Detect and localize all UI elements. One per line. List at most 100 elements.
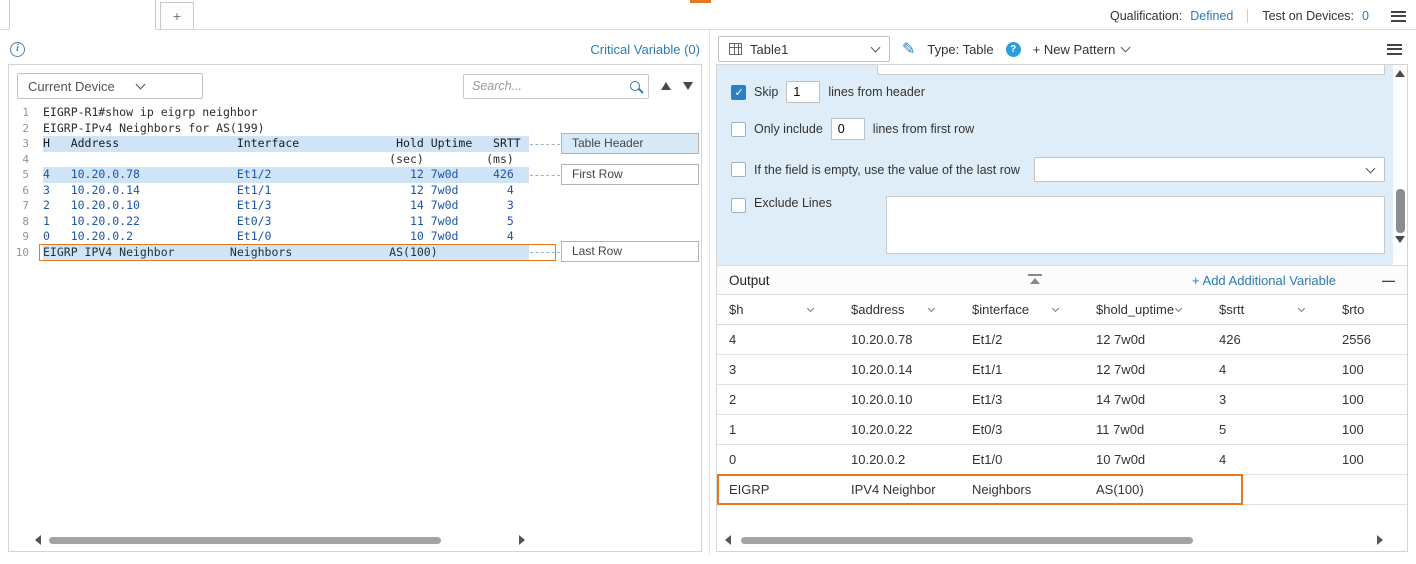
chevron-down-icon[interactable] [807,304,814,311]
scroll-right-icon[interactable] [519,535,525,545]
test-on-devices-value-link[interactable]: 0 [1362,9,1369,23]
minimize-icon[interactable]: — [1382,273,1395,288]
scroll-down-icon[interactable] [1395,236,1405,243]
table-cell: 100 [1330,362,1407,377]
table-cell: 14 7w0d [1084,392,1207,407]
connector-line [530,175,560,176]
pattern-menu-icon[interactable] [1387,44,1402,55]
edit-icon[interactable]: ✎ [902,39,915,59]
horizontal-scrollbar[interactable] [725,535,1383,545]
device-select[interactable]: Current Device [17,73,203,99]
first-row-marker[interactable]: First Row [561,164,699,185]
table-cell: Et1/0 [960,452,1084,467]
menu-icon[interactable] [1391,11,1406,22]
exclude-lines-label: Exclude Lines [754,196,832,210]
skip-lines-input[interactable] [786,81,820,103]
add-format-tab-button[interactable]: + [160,2,194,30]
column-header[interactable]: $address [839,302,960,317]
device-select-value: Current Device [28,79,115,94]
output-header: Output + Add Additional Variable — [717,265,1407,295]
search-input[interactable] [472,79,630,93]
table-cell: 4 [717,332,839,347]
column-label: $srtt [1219,302,1244,317]
table-cell: 10 7w0d [1084,452,1207,467]
info-icon[interactable]: i [10,42,25,57]
qualification-value-link[interactable]: Defined [1190,9,1233,23]
connector-line [530,252,560,253]
scroll-right-icon[interactable] [1377,535,1383,545]
column-header[interactable]: $rto [1330,302,1407,317]
table-row[interactable]: 210.20.0.10Et1/314 7w0d3100 [717,385,1407,415]
only-include-label-suffix: lines from first row [873,122,974,136]
panel-divider [702,38,716,564]
skip-checkbox[interactable] [731,85,746,100]
column-label: $rto [1342,302,1364,317]
only-include-input[interactable] [831,118,865,140]
pattern-select[interactable]: Table1 [718,36,890,62]
code-line[interactable]: 90 10.20.0.2 Et1/0 10 7w0d 4 [9,229,529,245]
column-header[interactable]: $h [717,302,839,317]
table-header-marker[interactable]: Table Header [561,133,699,154]
column-header[interactable]: $srtt [1207,302,1330,317]
main-area: i Critical Variable (0) Current Device [0,30,1416,564]
column-header[interactable]: $hold_uptime [1084,302,1207,317]
scroll-left-icon[interactable] [35,535,41,545]
code-line[interactable]: 1EIGRP-R1#show ip eigrp neighbor [9,105,529,121]
table-cell: 4 [1207,452,1330,467]
tab-format1-primary[interactable]: Format1 (Primary) [9,0,156,30]
table-icon [729,43,742,55]
scrollbar-thumb[interactable] [49,537,441,544]
help-icon[interactable]: ? [1006,42,1021,57]
code-line[interactable]: 72 10.20.0.10 Et1/3 14 7w0d 3 [9,198,529,214]
last-row-value-select[interactable] [1034,157,1385,182]
code-line[interactable]: 4 (sec) (ms) [9,152,529,168]
table-cell: 3 [1207,392,1330,407]
column-label: $address [851,302,904,317]
scrollbar-thumb[interactable] [1396,189,1405,233]
scroll-up-icon[interactable] [1395,70,1405,77]
column-label: $interface [972,302,1029,317]
table-row[interactable]: 010.20.0.2Et1/010 7w0d4100 [717,445,1407,475]
clipped-input-field[interactable] [877,65,1385,75]
table-cell: Et1/3 [960,392,1084,407]
output-table: $h $address $interface $hold_uptime $srtt $rt… [717,295,1407,505]
chevron-down-icon[interactable] [1052,304,1059,311]
table-row[interactable]: 110.20.0.22Et0/311 7w0d5100 [717,415,1407,445]
code-line[interactable]: 3H Address Interface Hold Uptime SRTT [9,136,529,152]
only-include-checkbox[interactable] [731,122,746,137]
code-line[interactable]: 2EIGRP-IPv4 Neighbors for AS(199) [9,121,529,137]
table-row[interactable]: 310.20.0.14Et1/112 7w0d4100 [717,355,1407,385]
exclude-lines-textarea[interactable] [886,196,1385,254]
code-line[interactable]: 81 10.20.0.22 Et0/3 11 7w0d 5 [9,214,529,230]
scroll-left-icon[interactable] [725,535,731,545]
exclude-lines-checkbox[interactable] [731,198,746,213]
line-number: 10 [9,245,35,261]
search-next-icon[interactable] [683,82,693,90]
scrollbar-thumb[interactable] [741,537,1193,544]
last-row-marker[interactable]: Last Row [561,241,699,262]
vertical-scrollbar[interactable] [1393,65,1407,265]
table-cell: 0 [717,452,839,467]
column-header[interactable]: $interface [960,302,1084,317]
collapse-icon[interactable] [1028,274,1042,284]
chevron-down-icon[interactable] [1175,304,1182,311]
horizontal-scrollbar[interactable] [35,535,525,545]
search-icon[interactable] [630,81,640,91]
code-line[interactable]: 10EIGRP IPV4 Neighbor Neighbors AS(100) [9,245,529,261]
code-line[interactable]: 54 10.20.0.78 Et1/2 12 7w0d 426 [9,167,529,183]
top-tab-bar: Format1 (Primary) + Qualification: Defin… [0,0,1416,30]
table-cell: AS(100) [1084,482,1207,497]
critical-variable-link[interactable]: Critical Variable (0) [590,42,700,57]
table-row[interactable]: EIGRPIPV4 NeighborNeighborsAS(100) [717,475,1407,505]
search-previous-icon[interactable] [661,82,671,90]
line-text: EIGRP-R1#show ip eigrp neighbor [43,105,529,121]
new-pattern-button[interactable]: + New Pattern [1033,42,1130,57]
code-line[interactable]: 63 10.20.0.14 Et1/1 12 7w0d 4 [9,183,529,199]
table-row[interactable]: 410.20.0.78Et1/212 7w0d4262556 [717,325,1407,355]
table-cell: Et0/3 [960,422,1084,437]
table-cell: Et1/1 [960,362,1084,377]
chevron-down-icon[interactable] [1298,304,1305,311]
chevron-down-icon[interactable] [928,304,935,311]
empty-field-checkbox[interactable] [731,162,746,177]
add-additional-variable-link[interactable]: + Add Additional Variable [1192,273,1336,288]
